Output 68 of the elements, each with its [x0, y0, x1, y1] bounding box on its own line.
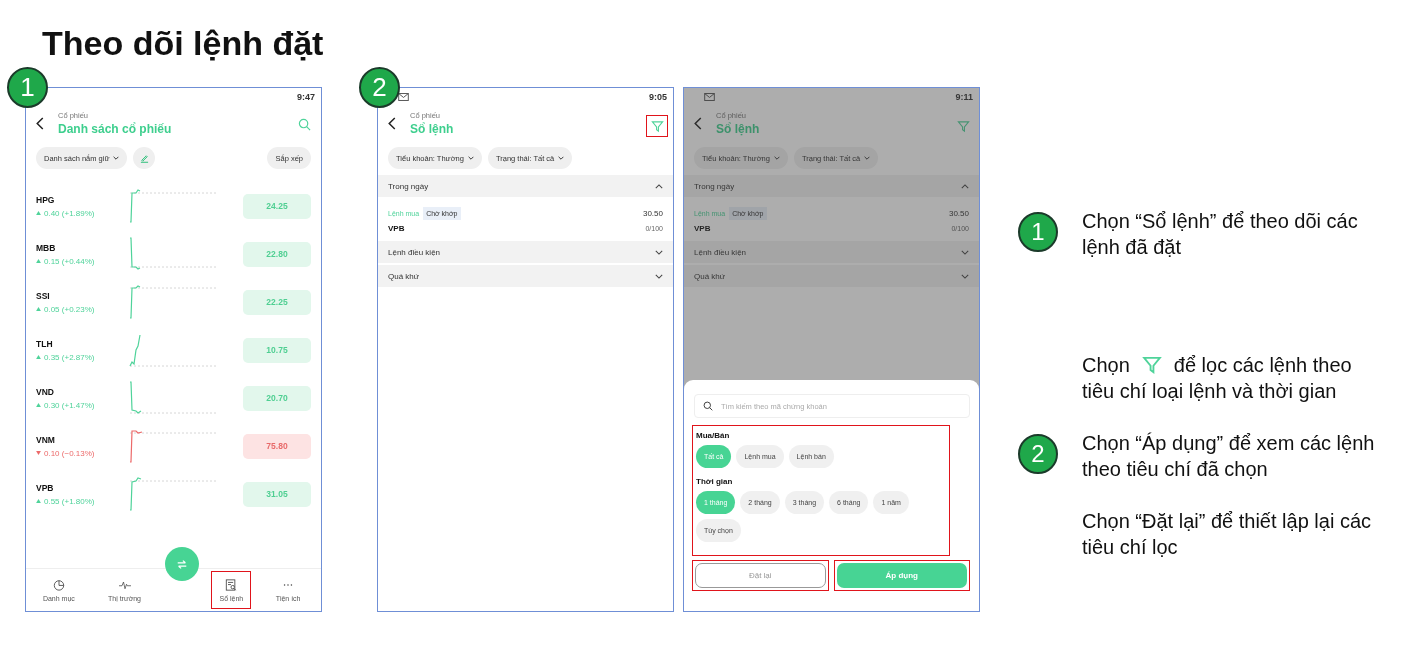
stock-symbol: TLH [36, 338, 54, 349]
stock-symbol: VNM [36, 434, 56, 445]
filter-icon [956, 119, 970, 133]
screen-title: Sổ lệnh [716, 121, 760, 136]
price-change: 0.30 (+1.47%) [44, 400, 95, 410]
chevron-down-icon [655, 249, 663, 255]
screen-title: Danh sách cổ phiếu [58, 121, 172, 136]
instruction-text: tiêu chí loại lệnh và thời gian [1082, 379, 1338, 404]
stock-symbol: SSI [36, 290, 51, 301]
chevron-down-icon [655, 273, 663, 279]
page-title: Theo dõi lệnh đặt [41, 23, 325, 64]
mail-icon [398, 93, 409, 101]
section-header[interactable]: Lệnh điều kiện [684, 241, 979, 265]
price-change: 0.55 (+1.80%) [44, 496, 95, 506]
chevron-down-icon [113, 156, 120, 160]
stock-symbol: HPG [36, 194, 56, 205]
step-badge: 1 [1018, 212, 1058, 252]
screen-title: Sổ lệnh [410, 121, 454, 136]
chevron-down-icon [864, 156, 871, 160]
order-price: 30.50 [948, 209, 969, 218]
mail-icon [704, 93, 715, 101]
section-header[interactable]: Trong ngày [684, 175, 979, 199]
instruction-text: để lọc các lệnh theo [1173, 353, 1352, 378]
order-symbol: VPB [694, 224, 711, 233]
back-icon[interactable] [694, 116, 702, 130]
back-icon[interactable] [36, 116, 44, 130]
group-label: Mua/Bán [696, 431, 731, 440]
price-change: 0.15 (+0.44%) [44, 256, 95, 266]
price-change: 0.05 (+0.23%) [44, 304, 95, 314]
back-icon[interactable] [388, 116, 396, 130]
stock-symbol: VND [36, 386, 55, 397]
order-price: 30.50 [642, 209, 663, 218]
order-symbol: VPB [388, 224, 405, 233]
section-header[interactable]: Trong ngày [378, 175, 673, 199]
section-header[interactable]: Quá khứ [684, 265, 979, 289]
price-change: 0.40 (+1.89%) [44, 208, 95, 218]
price-change: 0.35 (+2.87%) [44, 352, 95, 362]
group-label: Thời gian [696, 477, 734, 486]
instruction-text: Chọn “Áp dụng” để xem các lệnh theo tiêu chí đã chọn [1082, 431, 1376, 482]
step-badge: 2 [1018, 434, 1058, 474]
filter-icon [1141, 355, 1162, 375]
chevron-down-icon [961, 273, 969, 279]
step-badge: 1 [7, 67, 48, 108]
filter-icon [650, 119, 664, 133]
chevron-down-icon [558, 156, 565, 160]
status-time: 9:47 [297, 92, 315, 102]
status-time: 9:05 [649, 92, 667, 102]
pie-chart-icon [52, 578, 65, 591]
pencil-icon [140, 153, 149, 163]
stock-symbol: VPB [36, 482, 55, 493]
chevron-down-icon [467, 156, 474, 160]
section-header[interactable]: Quá khứ [378, 265, 673, 289]
stock-symbol: MBB [36, 242, 57, 253]
document-search-icon [225, 578, 238, 591]
instruction-text: Chọn [1082, 353, 1130, 378]
price-change: 0.10 (−0.13%) [44, 448, 95, 458]
status-time: 9:11 [955, 92, 973, 102]
chevron-up-icon [655, 183, 663, 189]
section-header[interactable]: Lệnh điều kiện [378, 241, 673, 265]
swap-arrows-icon [176, 558, 189, 570]
instruction-text: Chọn “Đặt lại” để thiết lập lại các tiêu chí lọc [1082, 509, 1373, 560]
chevron-down-icon [961, 249, 969, 255]
search-icon [703, 401, 713, 411]
chevron-up-icon [961, 183, 969, 189]
instruction-text: Chọn “Sổ lệnh” để theo dõi các lệnh đã đặt [1082, 209, 1359, 260]
filter-button[interactable] [646, 115, 668, 137]
step-badge: 2 [359, 67, 400, 108]
chevron-down-icon [773, 156, 780, 160]
